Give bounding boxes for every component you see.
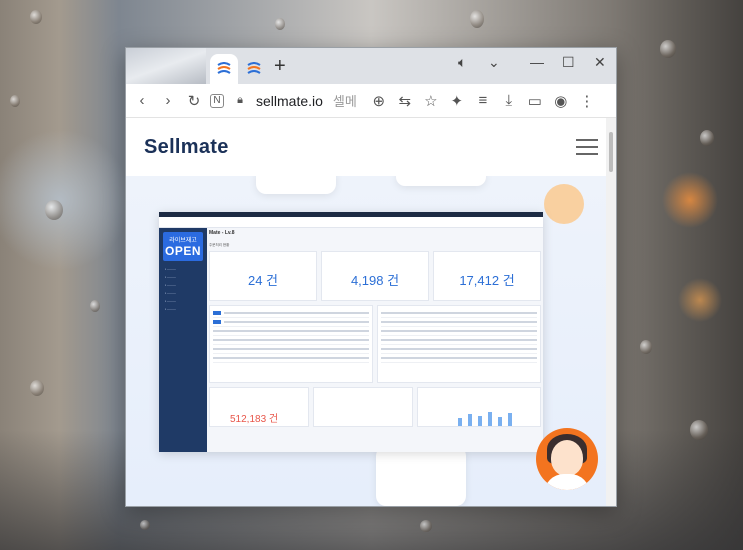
dashboard-title: Mate - Lv.8 — [209, 230, 235, 236]
raindrop — [90, 300, 100, 312]
reading-list-icon[interactable]: ≡ — [473, 91, 493, 111]
scrollbar-thumb[interactable] — [609, 132, 613, 172]
bookmark-star-icon[interactable]: ☆ — [421, 91, 441, 111]
stat-card: 24 건 — [209, 251, 317, 301]
raindrop — [700, 130, 714, 146]
sellmate-favicon-icon — [217, 62, 231, 74]
tab-sellmate[interactable] — [240, 54, 268, 84]
tab-sellmate-active[interactable] — [210, 54, 238, 84]
live-stock-open: OPEN — [165, 244, 202, 258]
delivery-panel: 512,183 건 — [209, 387, 309, 427]
dashboard-section-title: 주문처리 현황 — [209, 243, 230, 247]
raindrop — [470, 10, 484, 28]
download-icon[interactable]: ⤓ — [499, 91, 519, 111]
live-stock-label: 라이브재고 — [169, 238, 197, 244]
sidebar-item: ▪ ——— — [165, 275, 176, 279]
stat-card-value: 4,198 건 — [350, 273, 400, 288]
stat-card: 4,198 건 — [321, 251, 429, 301]
decorative-card-topleft — [256, 176, 336, 194]
status-table-panel — [313, 387, 413, 427]
raindrop — [30, 380, 44, 396]
raindrop — [140, 520, 150, 530]
sidebar-item: ▪ ——— — [165, 267, 176, 271]
raindrop — [30, 10, 42, 24]
dashboard-main: Mate - Lv.8 주문처리 현황 24 건 4,198 건 17,412 … — [209, 230, 541, 452]
forward-icon[interactable]: › — [158, 91, 178, 111]
translate-icon[interactable]: ⇆ — [395, 91, 415, 111]
raindrop — [420, 520, 432, 532]
dashboard-nav — [159, 217, 543, 228]
live-stock-banner: 라이브재고 OPEN — [163, 232, 203, 261]
sidebar-item: ▪ ——— — [165, 307, 176, 311]
cast-icon[interactable]: ▭ — [525, 91, 545, 111]
message-list — [377, 305, 541, 383]
site-header: Sellmate — [126, 118, 616, 176]
dashboard-sidebar: 라이브재고 OPEN ▪ ——— ▪ ——— ▪ ——— ▪ ——— ▪ ———… — [159, 228, 207, 452]
stat-card-value: 24 건 — [247, 273, 279, 288]
address-bar-url[interactable]: sellmate.io — [256, 93, 323, 109]
tab-strip: + 🔈︎ ⌄ — ☐ ✕ — [126, 48, 616, 84]
extensions-icon[interactable]: ✦ — [447, 91, 467, 111]
chat-support-avatar[interactable] — [536, 428, 598, 490]
hero-section: 라이브재고 OPEN ▪ ——— ▪ ——— ▪ ——— ▪ ——— ▪ ———… — [126, 176, 606, 506]
tab-strip-theme-art — [126, 48, 206, 84]
sidebar-item: ▪ ——— — [165, 299, 176, 303]
volume-icon[interactable]: 🔈︎ — [458, 54, 466, 71]
close-button[interactable]: ✕ — [594, 54, 606, 71]
sidebar-item: ▪ ——— — [165, 291, 176, 295]
browser-toolbar: ‹ › ↻ N 🔒︎ sellmate.io 셀메 ⊕ ⇆ ☆ ✦ ≡ ⤓ ▭ … — [126, 84, 616, 118]
decorative-card-bottom — [376, 446, 466, 506]
raindrop — [45, 200, 63, 220]
dashboard-screenshot: 라이브재고 OPEN ▪ ——— ▪ ——— ▪ ——— ▪ ——— ▪ ———… — [159, 212, 543, 452]
sellmate-favicon-icon — [247, 62, 261, 74]
sales-chart-panel — [417, 387, 541, 427]
naver-extension-icon[interactable]: N — [210, 93, 224, 108]
page-scrollbar[interactable] — [606, 118, 616, 506]
decorative-orange-circle — [544, 184, 584, 224]
raindrop — [10, 95, 20, 107]
raindrop — [640, 340, 652, 354]
sellmate-logo[interactable]: Sellmate — [144, 136, 229, 159]
sellmate-page: Sellmate 라이브재고 OPEN ▪ ——— ▪ ——— ▪ ——— ▪ … — [126, 118, 616, 506]
address-bar-suggestion: 셀메 — [332, 94, 357, 109]
back-icon[interactable]: ‹ — [132, 91, 152, 111]
notice-list — [209, 305, 373, 383]
zoom-icon[interactable]: ⊕ — [369, 91, 389, 111]
stat-card-value: 17,412 건 — [459, 273, 515, 288]
new-tab-button[interactable]: + — [274, 56, 286, 76]
delivery-count: 512,183 건 — [230, 414, 279, 425]
profile-icon[interactable]: ◉ — [551, 91, 571, 111]
raindrop — [690, 420, 708, 440]
stat-card: 17,412 건 — [433, 251, 541, 301]
lock-icon[interactable]: 🔒︎ — [230, 91, 250, 111]
minimize-button[interactable]: — — [530, 54, 544, 70]
tab-search-chevron-icon[interactable]: ⌄ — [488, 54, 500, 71]
browser-window: + 🔈︎ ⌄ — ☐ ✕ ‹ › ↻ N 🔒︎ sellmate.io 셀메 ⊕… — [125, 47, 617, 507]
raindrop — [660, 40, 676, 58]
reload-icon[interactable]: ↻ — [184, 91, 204, 111]
decorative-card-topright — [396, 176, 486, 186]
menu-kebab-icon[interactable]: ⋮ — [577, 91, 597, 111]
hamburger-menu-icon[interactable] — [576, 139, 598, 155]
maximize-button[interactable]: ☐ — [562, 54, 575, 71]
raindrop — [275, 18, 285, 30]
sidebar-item: ▪ ——— — [165, 283, 176, 287]
